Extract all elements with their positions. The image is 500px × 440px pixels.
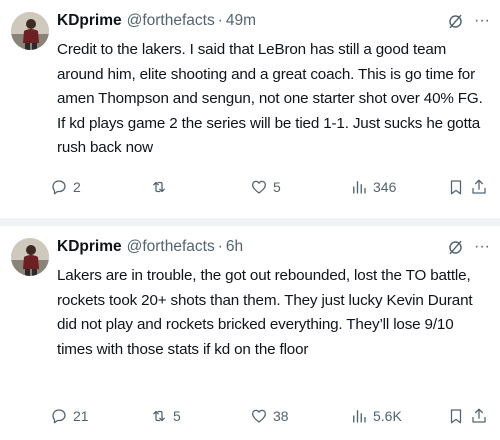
heart-icon [251, 409, 267, 423]
bookmark-icon [450, 180, 462, 195]
reply-count: 2 [73, 179, 81, 195]
like-button[interactable]: 38 [250, 404, 289, 428]
grok-icon[interactable] [447, 239, 464, 256]
reply-button[interactable]: 2 [50, 175, 81, 199]
grok-icon[interactable] [447, 13, 464, 30]
reply-icon [52, 409, 66, 424]
avatar[interactable] [11, 12, 49, 50]
bookmark-button[interactable] [447, 404, 465, 428]
like-count: 38 [273, 408, 289, 424]
like-count: 5 [273, 179, 281, 195]
separator-dot: · [217, 12, 223, 29]
tweet-header: KDprime @forthefacts · 6h ··· [57, 236, 490, 258]
heart-icon [251, 180, 267, 194]
views-count: 346 [373, 179, 397, 195]
share-button[interactable] [470, 404, 488, 428]
avatar-image [11, 238, 49, 276]
tweet-actions: 2 5 346 [50, 175, 492, 199]
bookmark-icon [450, 409, 462, 424]
display-name[interactable]: KDprime [57, 238, 122, 256]
tweet[interactable]: KDprime @forthefacts · 49m ··· Credit to… [0, 0, 500, 218]
tweet-header: KDprime @forthefacts · 49m ··· [57, 10, 490, 32]
views-button[interactable]: 346 [350, 175, 396, 199]
tweet[interactable]: KDprime @forthefacts · 6h ··· Lakers are… [0, 226, 500, 440]
like-button[interactable]: 5 [250, 175, 281, 199]
share-icon [472, 408, 486, 423]
tweet-actions: 21 5 38 5.6K [50, 404, 492, 428]
timeline-feed: KDprime @forthefacts · 49m ··· Credit to… [0, 0, 500, 440]
repost-button[interactable]: 5 [150, 404, 181, 428]
repost-button[interactable] [150, 175, 173, 199]
repost-count: 5 [173, 408, 181, 424]
avatar-image [11, 12, 49, 50]
user-handle[interactable]: @forthefacts [127, 238, 215, 256]
display-name[interactable]: KDprime [57, 12, 122, 30]
reply-button[interactable]: 21 [50, 404, 89, 428]
repost-icon [153, 181, 165, 193]
share-button[interactable] [470, 175, 488, 199]
repost-icon [153, 410, 165, 422]
more-icon[interactable]: ··· [474, 10, 490, 32]
share-icon [472, 179, 486, 194]
avatar[interactable] [11, 238, 49, 276]
user-handle[interactable]: @forthefacts [127, 12, 215, 30]
views-icon [353, 181, 366, 194]
reply-icon [52, 180, 66, 195]
more-icon[interactable]: ··· [474, 236, 490, 258]
timestamp[interactable]: 49m [226, 12, 256, 30]
tweet-divider [0, 218, 500, 226]
views-count: 5.6K [373, 408, 402, 424]
views-button[interactable]: 5.6K [350, 404, 402, 428]
tweet-text: Lakers are in trouble, the got out rebou… [57, 267, 473, 358]
bookmark-button[interactable] [447, 175, 465, 199]
views-icon [353, 410, 366, 423]
reply-count: 21 [73, 408, 89, 424]
separator-dot: · [217, 238, 223, 255]
tweet-text: Credit to the lakers. I said that LeBron… [57, 41, 483, 156]
timestamp[interactable]: 6h [226, 238, 243, 256]
